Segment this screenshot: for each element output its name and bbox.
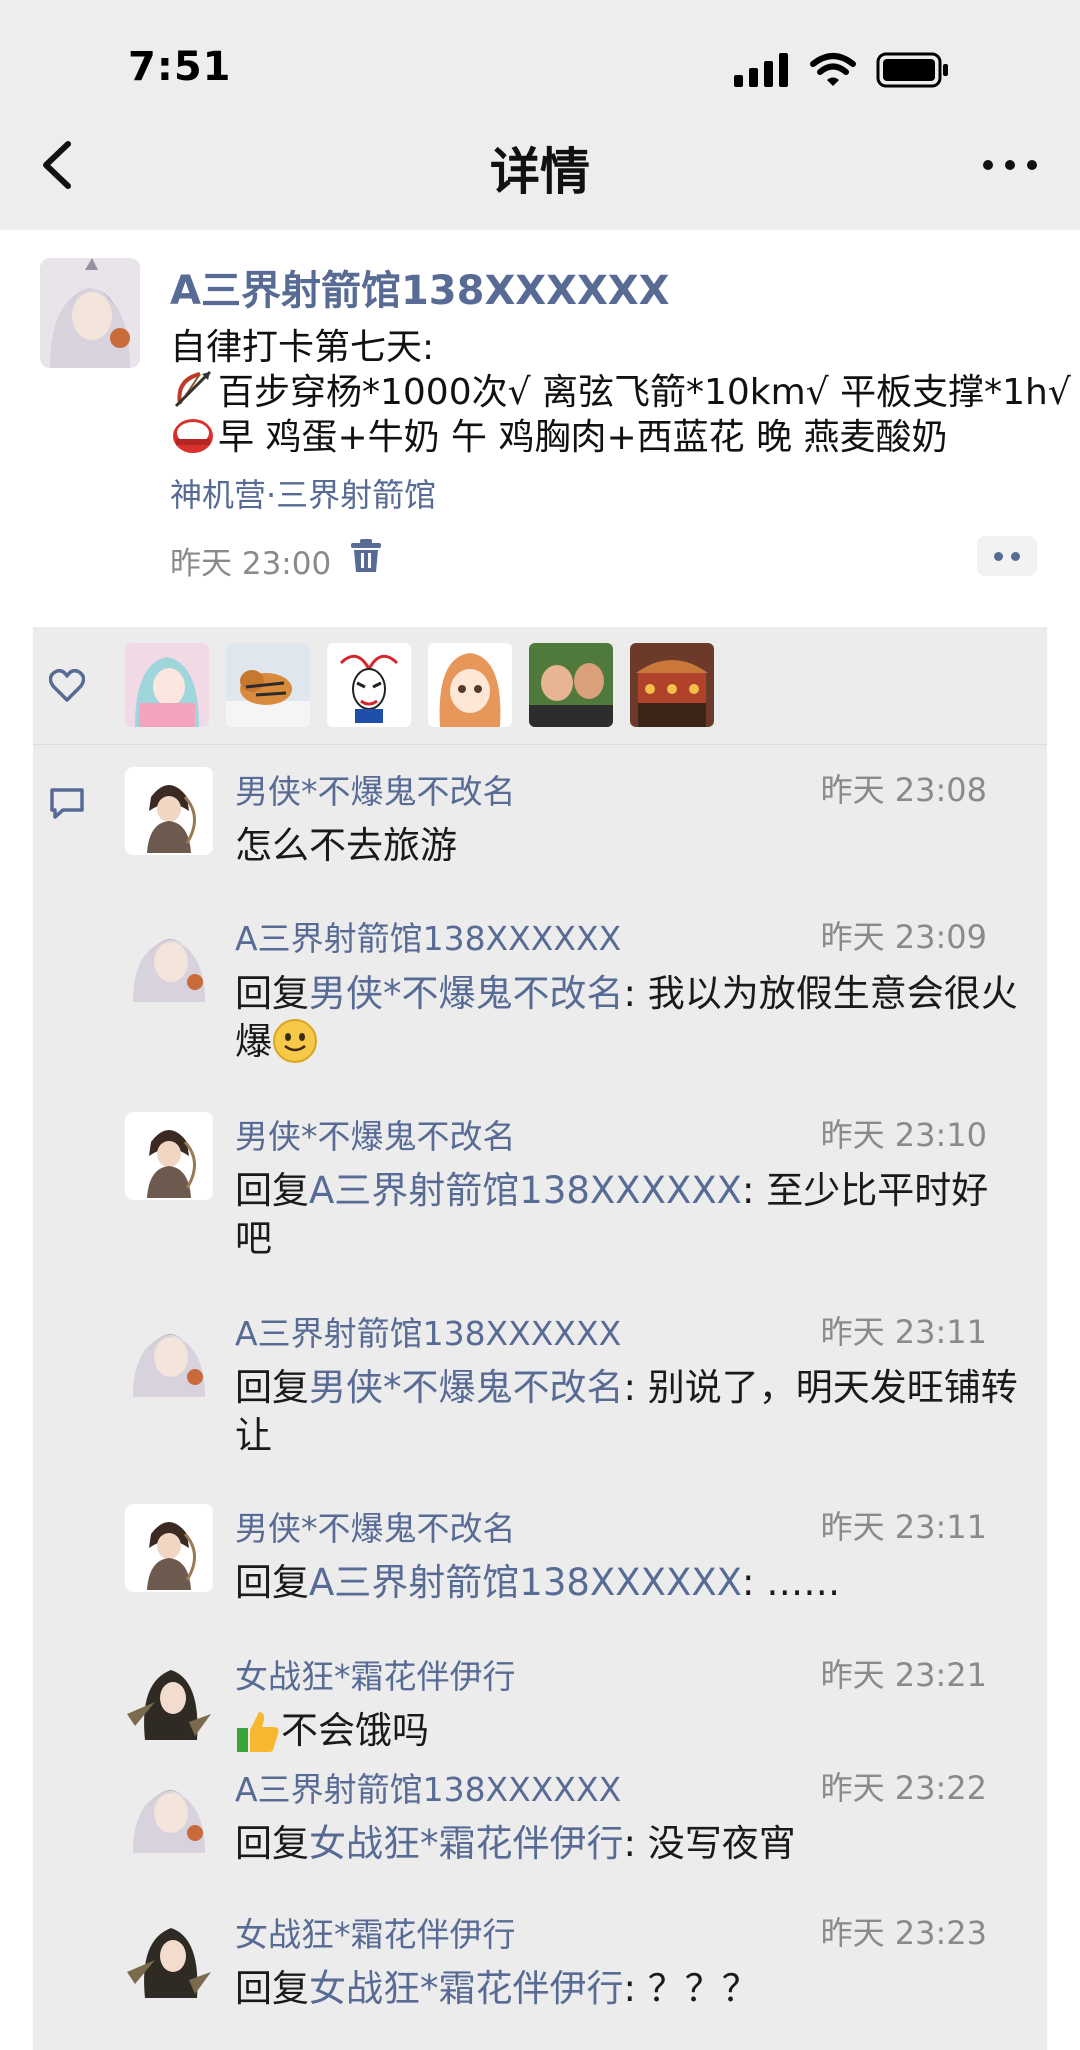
menu-dot <box>1011 551 1020 561</box>
bow-arrow-emoji-icon <box>174 370 212 408</box>
wifi-icon <box>810 53 856 86</box>
like-avatar[interactable] <box>226 643 310 727</box>
post-text-line-3: 早 鸡蛋+牛奶 午 鸡胸肉+西蓝花 晚 燕麦酸奶 <box>170 408 948 460</box>
ellipsis-icon <box>983 160 1037 170</box>
comment-time: 昨天 23:08 <box>820 771 987 809</box>
heart-outline-icon <box>49 669 85 702</box>
delete-button[interactable] <box>350 538 382 574</box>
reply-target-name[interactable]: A三界射箭馆138XXXXXX <box>309 1561 742 1604</box>
comment-author[interactable]: 女战狂*霜花伴伊行 <box>235 1650 516 1698</box>
reply-body: : ？？？ <box>623 1967 759 2010</box>
post-text-line-3-content: 早 鸡蛋+牛奶 午 鸡胸肉+西蓝花 晚 燕麦酸奶 <box>218 417 948 458</box>
comment-text[interactable]: 回复男侠*不爆鬼不改名: 别说了，明天发旺铺转让 <box>235 1364 1025 1460</box>
like-avatar[interactable] <box>529 643 613 727</box>
comment-time: 昨天 23:22 <box>820 1769 987 1807</box>
comment-text[interactable]: 回复女战狂*霜花伴伊行: 没写夜宵 <box>235 1820 1025 1868</box>
comment-author[interactable]: 男侠*不爆鬼不改名 <box>235 1502 516 1550</box>
reply-body: 不会饿吗 <box>281 1709 429 1752</box>
page-title: 详情 <box>490 143 590 201</box>
more-button[interactable] <box>980 140 1040 190</box>
speech-bubble-icon <box>50 788 84 819</box>
comment-author[interactable]: A三界射箭馆138XXXXXX <box>235 1307 621 1355</box>
like-avatar[interactable] <box>428 643 512 727</box>
comment-time: 昨天 23:23 <box>820 1914 987 1952</box>
comment-time: 昨天 23:09 <box>820 918 987 956</box>
like-avatar[interactable] <box>327 643 411 727</box>
status-time: 7:51 <box>128 44 232 90</box>
reply-prefix: 回复 <box>235 1366 309 1409</box>
reply-body: : 没写夜宵 <box>623 1822 796 1865</box>
trash-icon <box>351 539 381 572</box>
reply-prefix: 回复 <box>235 1967 309 2010</box>
comment-text[interactable]: 怎么不去旅游 <box>235 822 1025 870</box>
like-avatar[interactable] <box>630 643 714 727</box>
reply-prefix: 回复 <box>235 1169 309 1212</box>
reply-target-name[interactable]: 女战狂*霜花伴伊行 <box>309 1967 624 2010</box>
reply-target-name[interactable]: 男侠*不爆鬼不改名 <box>309 972 624 1015</box>
comment-text[interactable]: 不会饿吗 <box>235 1707 1025 1755</box>
comment-author[interactable]: A三界射箭馆138XXXXXX <box>235 1763 621 1811</box>
comment-avatar[interactable] <box>125 1910 213 1998</box>
post-author-name[interactable]: A三界射箭馆138XXXXXX <box>170 258 670 316</box>
reply-prefix: 回复 <box>235 1561 309 1604</box>
post-timestamp: 昨天 23:00 <box>170 546 332 582</box>
reply-target-name[interactable]: 男侠*不爆鬼不改名 <box>309 1366 624 1409</box>
bento-box-emoji-icon <box>173 419 213 453</box>
comment-time: 昨天 23:11 <box>820 1508 987 1546</box>
comment-time: 昨天 23:21 <box>820 1656 987 1694</box>
comment-avatar[interactable] <box>125 914 213 1002</box>
comment-text[interactable]: 回复A三界射箭馆138XXXXXX: 至少比平时好吧 <box>235 1167 1025 1263</box>
menu-dot <box>994 551 1003 561</box>
smile-emoji-icon <box>273 1019 317 1063</box>
comment-avatar[interactable] <box>125 1112 213 1200</box>
interactions-panel: 男侠*不爆鬼不改名 昨天 23:08 怎么不去旅游 A三界射箭馆138XXXXX… <box>33 627 1047 2050</box>
comment-text[interactable]: 回复A三界射箭馆138XXXXXX: …… <box>235 1559 1025 1607</box>
reply-prefix: 回复 <box>235 972 309 1015</box>
comment-author[interactable]: 男侠*不爆鬼不改名 <box>235 1110 516 1158</box>
likes-row <box>33 627 1047 745</box>
reply-prefix: 回复 <box>235 1822 309 1865</box>
top-bar: 7:51 详情 <box>0 0 1080 230</box>
comment-text[interactable]: 回复女战狂*霜花伴伊行: ？？？ <box>235 1965 1025 2013</box>
comment-avatar[interactable] <box>125 1652 213 1740</box>
comment-avatar[interactable] <box>125 767 213 855</box>
comment-time: 昨天 23:10 <box>820 1116 987 1154</box>
thumbs-up-emoji-icon <box>237 1712 279 1752</box>
post-author-avatar[interactable] <box>40 258 140 368</box>
comment-avatar[interactable] <box>125 1309 213 1397</box>
comment-author[interactable]: 男侠*不爆鬼不改名 <box>235 765 516 813</box>
like-avatar[interactable] <box>125 643 209 727</box>
comment-text[interactable]: 回复男侠*不爆鬼不改名: 我以为放假生意会很火爆 <box>235 970 1025 1066</box>
reply-body: : …… <box>742 1561 841 1604</box>
post-location[interactable]: 神机营·三界射箭馆 <box>170 470 436 516</box>
comment-avatar[interactable] <box>125 1504 213 1592</box>
signal-icon <box>734 53 788 87</box>
comment-author[interactable]: 女战狂*霜花伴伊行 <box>235 1908 516 1956</box>
comment-author[interactable]: A三界射箭馆138XXXXXX <box>235 912 621 960</box>
battery-icon <box>876 52 948 88</box>
status-icons <box>734 52 950 88</box>
like-comment-menu-button[interactable] <box>977 536 1037 576</box>
reply-target-name[interactable]: 女战狂*霜花伴伊行 <box>309 1822 624 1865</box>
reply-target-name[interactable]: A三界射箭馆138XXXXXX <box>309 1169 742 1212</box>
comment-avatar[interactable] <box>125 1765 213 1853</box>
comment-time: 昨天 23:11 <box>820 1313 987 1351</box>
